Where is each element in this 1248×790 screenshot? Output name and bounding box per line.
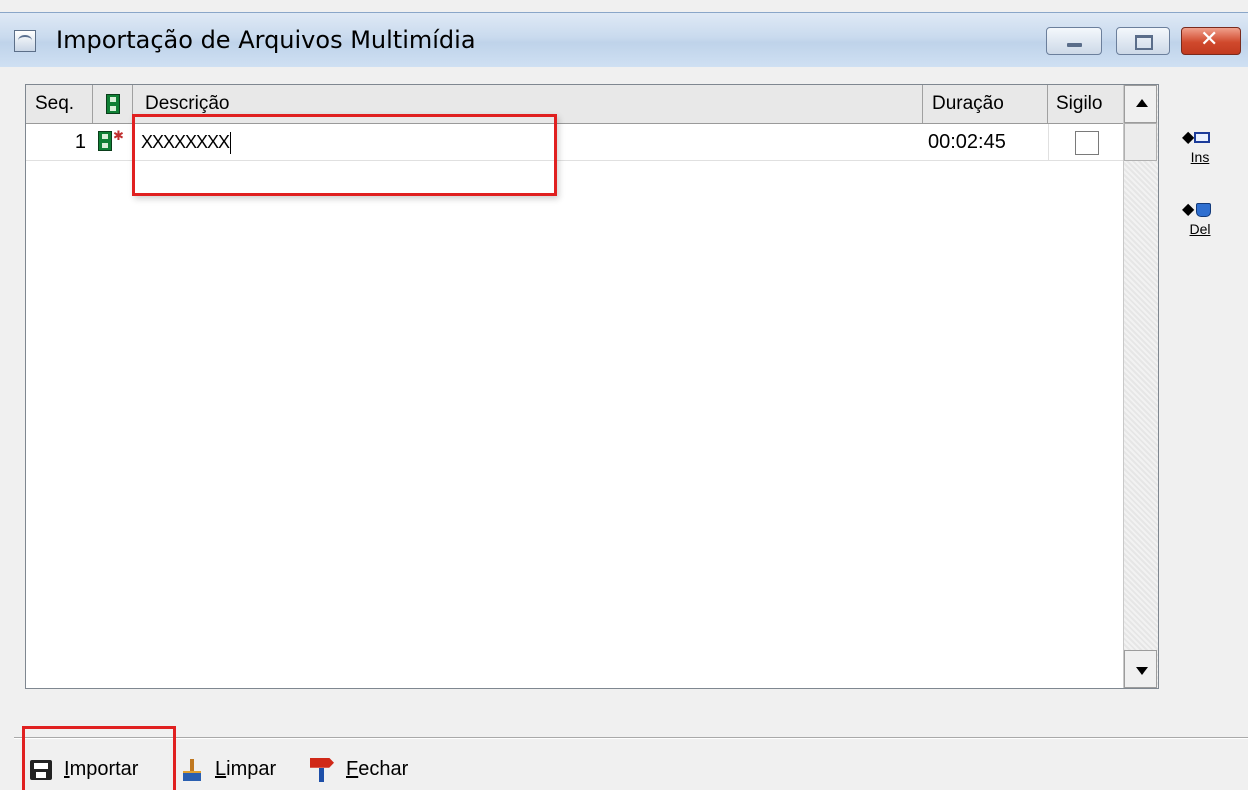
title-bar[interactable]: Importação de Arquivos Multimídia — [0, 12, 1248, 67]
delete-row-button[interactable]: ◆ Del — [1180, 200, 1220, 237]
close-label: echar — [358, 758, 409, 780]
arrow-down-icon — [1136, 667, 1148, 675]
row-secret-cell — [1048, 124, 1127, 160]
column-header-duration[interactable]: Duração — [923, 85, 1048, 123]
insert-icon: ◆ — [1180, 128, 1220, 148]
film-video-icon — [98, 131, 112, 151]
scroll-thumb[interactable] — [1124, 123, 1157, 161]
close-accesskey: F — [346, 758, 359, 780]
description-input[interactable]: XXXXXXXX — [141, 124, 921, 160]
broom-icon — [181, 758, 203, 781]
delete-icon: ◆ — [1180, 200, 1220, 220]
vertical-scrollbar[interactable] — [1123, 85, 1158, 688]
arrow-up-icon — [1136, 99, 1148, 107]
audio-marker-icon: ✱ — [113, 128, 124, 143]
grid-header: Seq. Descrição Duração Sigilo — [26, 85, 1126, 124]
secret-checkbox[interactable] — [1075, 131, 1099, 155]
column-header-description[interactable]: Descrição — [133, 85, 923, 123]
window-title: Importação de Arquivos Multimídia — [56, 26, 476, 54]
row-duration-cell: 00:02:45 — [928, 131, 1006, 153]
clear-label: impar — [226, 758, 277, 780]
close-window-button[interactable]: Fechar — [310, 752, 408, 786]
description-value: XXXXXXXX — [141, 132, 230, 152]
scroll-up-button[interactable] — [1124, 85, 1157, 123]
app-icon[interactable] — [14, 30, 36, 52]
import-button[interactable]: Importar — [30, 752, 138, 786]
row-media-cell[interactable]: ✱ — [98, 124, 128, 160]
insert-row-button[interactable]: ◆ Ins — [1180, 128, 1220, 165]
maximize-button[interactable] — [1116, 27, 1170, 55]
signpost-icon — [310, 758, 334, 782]
scroll-down-button[interactable] — [1124, 650, 1157, 688]
column-header-secret[interactable]: Sigilo — [1048, 85, 1126, 123]
table-row[interactable]: 1 ✱ XXXXXXXX 00:02:45 — [26, 124, 1126, 161]
text-caret — [230, 132, 232, 155]
floppy-disk-icon — [30, 759, 52, 780]
import-label: mportar — [69, 758, 139, 780]
insert-label: Ins — [1190, 149, 1210, 165]
clear-button[interactable]: Limpar — [181, 752, 276, 786]
close-button[interactable] — [1181, 27, 1241, 55]
clear-accesskey: L — [215, 758, 227, 780]
delete-label: Del — [1189, 221, 1211, 237]
import-multimedia-window: Importação de Arquivos Multimídia Seq. D… — [0, 0, 1248, 790]
row-seq-cell: 1 — [74, 131, 86, 153]
film-icon — [106, 94, 120, 114]
media-files-grid[interactable]: Seq. Descrição Duração Sigilo 1 ✱ XXXXXX… — [25, 84, 1159, 689]
column-header-seq[interactable]: Seq. — [26, 85, 93, 123]
toolbar-divider-highlight — [14, 738, 1248, 739]
minimize-button[interactable] — [1046, 27, 1102, 55]
